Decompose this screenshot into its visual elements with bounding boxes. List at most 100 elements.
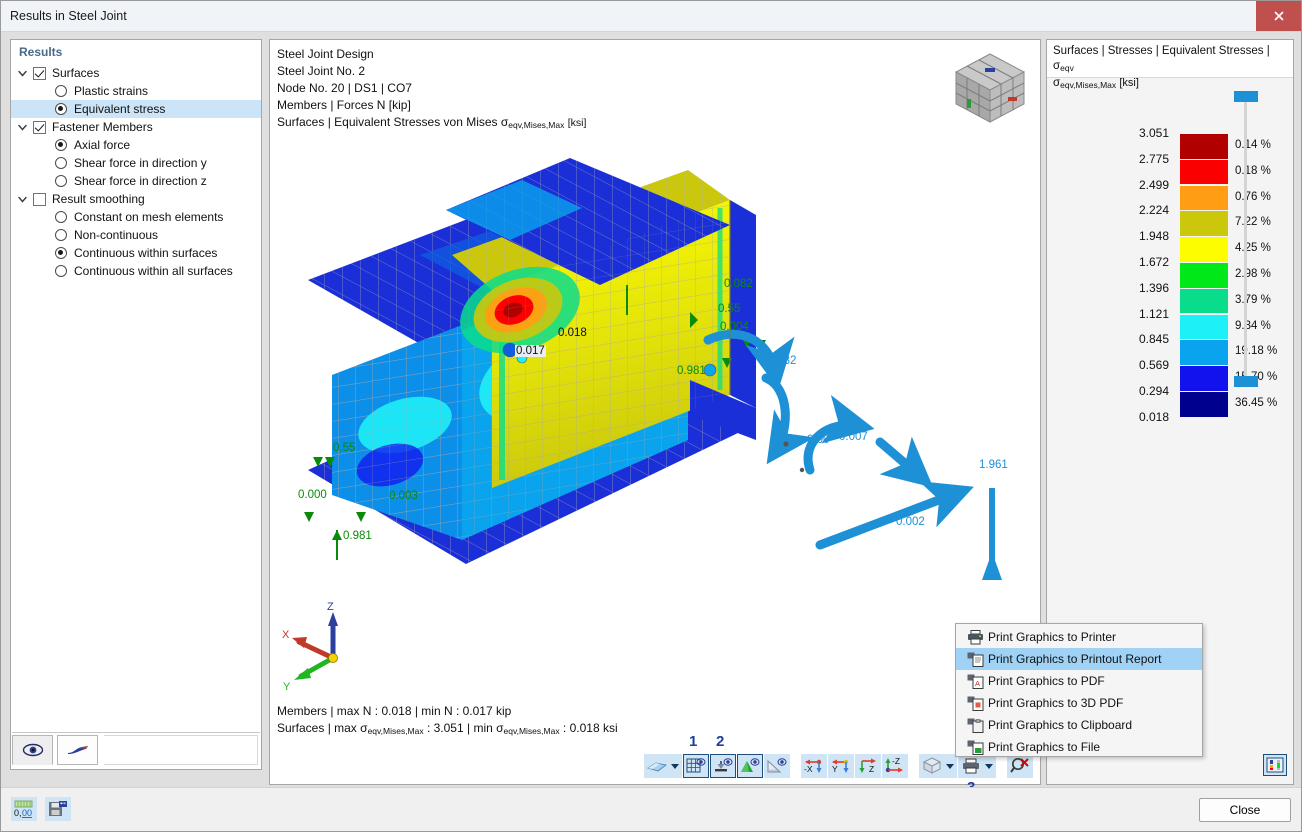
legend-slider-thumb-bottom[interactable]: [1234, 376, 1258, 387]
show-mesh-button[interactable]: 1: [683, 754, 709, 778]
render-mode-button[interactable]: [644, 754, 682, 778]
tree-item-shear-force-in-direction-y[interactable]: Shear force in direction y: [11, 154, 261, 172]
results-tab[interactable]: [57, 735, 98, 765]
cube-icon: [922, 757, 942, 775]
tree-item-fastener-members[interactable]: Fastener Members: [11, 118, 261, 136]
radio-button[interactable]: [55, 157, 67, 169]
report-page-icon: [962, 652, 988, 667]
tree-item-result-smoothing[interactable]: Result smoothing: [11, 190, 261, 208]
clipboard-page-icon: [962, 718, 988, 733]
legend-color-band[interactable]: [1180, 289, 1228, 314]
legend-slider-thumb-top[interactable]: [1234, 91, 1258, 102]
show-dimensions-button[interactable]: [764, 754, 790, 778]
context-menu-item-label: Print Graphics to Printout Report: [988, 652, 1161, 666]
radio-button[interactable]: [55, 175, 67, 187]
tree-item-plastic-strains[interactable]: Plastic strains: [11, 82, 261, 100]
shading-icon: [647, 759, 667, 773]
footer-line-2: Surfaces | max σeqv,Mises,Max : 3.051 | …: [277, 720, 618, 740]
decimal-0-00-icon: 0, 00: [13, 800, 35, 818]
tree-item-equivalent-stress[interactable]: Equivalent stress: [11, 100, 261, 118]
checkbox[interactable]: [33, 193, 46, 206]
tree-item-surfaces[interactable]: Surfaces: [11, 64, 261, 82]
legend-title-line-1: Surfaces | Stresses | Equivalent Stresse…: [1053, 44, 1287, 76]
view-z-button[interactable]: Z: [855, 754, 881, 778]
decimal-places-button[interactable]: 0, 00: [11, 797, 37, 821]
context-menu-item[interactable]: Print Graphics to Printout Report: [956, 648, 1202, 670]
ribbon-icon: [66, 743, 90, 757]
legend-color-band[interactable]: [1180, 263, 1228, 288]
svg-text:A: A: [975, 679, 980, 688]
print-graphics-context-menu: Print Graphics to Printer Print Graphics …: [955, 623, 1203, 757]
file-page-icon: [962, 740, 988, 755]
tree-item-label: Result smoothing: [52, 192, 145, 206]
context-menu-item-label: Print Graphics to Clipboard: [988, 718, 1132, 732]
legend-band-percent: 36.45 %: [1235, 397, 1291, 409]
svg-text:00: 00: [22, 808, 32, 818]
legend-settings-button[interactable]: [1263, 754, 1287, 776]
legend-color-band[interactable]: [1180, 186, 1228, 211]
legend-scale-value: 2.499: [1109, 178, 1169, 192]
save-settings-button[interactable]: [45, 797, 71, 821]
chevron-down-icon[interactable]: [11, 124, 33, 131]
show-loads-button[interactable]: [737, 754, 763, 778]
legend-color-band[interactable]: [1180, 392, 1228, 417]
context-menu-item[interactable]: APrint Graphics to PDF: [956, 670, 1202, 692]
results-tree: SurfacesPlastic strains Equivalent stress…: [11, 64, 261, 280]
window-close-button[interactable]: [1256, 1, 1301, 31]
tree-item-label: Equivalent stress: [74, 102, 165, 116]
results-in-steel-joint-dialog: Results in Steel Joint Results SurfacesP…: [0, 0, 1302, 832]
legend-color-band[interactable]: [1180, 211, 1228, 236]
radio-button[interactable]: [55, 103, 67, 115]
radio-button[interactable]: [55, 229, 67, 241]
tree-item-axial-force[interactable]: Axial force: [11, 136, 261, 154]
chevron-down-icon[interactable]: [985, 764, 993, 769]
context-menu-item[interactable]: Print Graphics to Clipboard: [956, 714, 1202, 736]
chevron-down-icon[interactable]: [946, 764, 954, 769]
tree-item-continuous-within-all-surfaces[interactable]: Continuous within all surfaces: [11, 262, 261, 280]
legend-color-band[interactable]: [1180, 160, 1228, 185]
tree-item-shear-force-in-direction-z[interactable]: Shear force in direction z: [11, 172, 261, 190]
axis-z-icon: Z: [857, 757, 879, 775]
radio-button[interactable]: [55, 265, 67, 277]
context-menu-item[interactable]: Print Graphics to Printer: [956, 626, 1202, 648]
checkbox[interactable]: [33, 67, 46, 80]
chevron-down-icon[interactable]: [671, 764, 679, 769]
legend-color-band[interactable]: [1180, 315, 1228, 340]
radio-button[interactable]: [55, 85, 67, 97]
checkbox[interactable]: [33, 121, 46, 134]
view-negative-x-button[interactable]: -X: [801, 754, 827, 778]
graphics-view[interactable]: Steel Joint Design Steel Joint No. 2 Nod…: [269, 39, 1041, 785]
legend-slider-track[interactable]: [1244, 97, 1247, 385]
chevron-down-icon[interactable]: [11, 70, 33, 77]
legend-color-band[interactable]: [1180, 340, 1228, 365]
view-y-button[interactable]: Y: [828, 754, 854, 778]
tree-item-continuous-within-surfaces[interactable]: Continuous within surfaces: [11, 244, 261, 262]
legend-color-band[interactable]: [1180, 366, 1228, 391]
legend-color-band[interactable]: [1180, 134, 1228, 159]
tree-item-constant-on-mesh-elements[interactable]: Constant on mesh elements: [11, 208, 261, 226]
context-menu-item[interactable]: Print Graphics to File: [956, 736, 1202, 758]
color-scale-settings-icon: [1266, 757, 1284, 773]
navigation-cube[interactable]: [950, 48, 1030, 128]
close-button[interactable]: Close: [1199, 798, 1291, 822]
axis-label-x: X: [282, 629, 290, 641]
radio-button[interactable]: [55, 247, 67, 259]
axis-label-z: Z: [327, 601, 334, 613]
legend-scale-value: 0.018: [1109, 410, 1169, 424]
view-footer-text: Members | max N : 0.018 | min N : 0.017 …: [277, 703, 618, 740]
legend-color-band[interactable]: [1180, 237, 1228, 262]
tree-item-non-continuous[interactable]: Non-continuous: [11, 226, 261, 244]
visibility-tab[interactable]: [12, 735, 53, 765]
radio-button[interactable]: [55, 139, 67, 151]
view-iso-button[interactable]: [919, 754, 957, 778]
eye-icon: [22, 743, 44, 757]
results-panel: Results SurfacesPlastic strainsEquivalen…: [10, 39, 262, 770]
view-negative-z-button[interactable]: -Z: [882, 754, 908, 778]
left-panel-tabs: [12, 732, 260, 768]
context-menu-item[interactable]: Print Graphics to 3D PDF: [956, 692, 1202, 714]
show-supports-button[interactable]: 2: [710, 754, 736, 778]
callout-number: 1: [689, 733, 697, 750]
chevron-down-icon[interactable]: [11, 196, 33, 203]
radio-button[interactable]: [55, 211, 67, 223]
axis-triad: Z X Y: [277, 596, 387, 696]
